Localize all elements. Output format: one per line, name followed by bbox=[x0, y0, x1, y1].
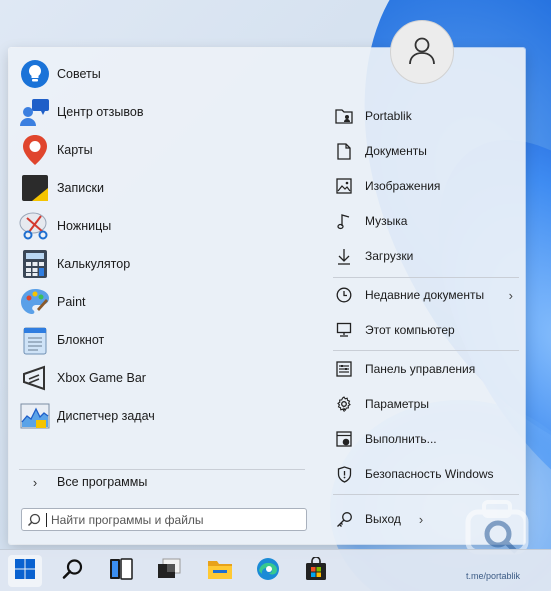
app-item-maps[interactable]: Карты bbox=[19, 133, 309, 167]
desktop-icon bbox=[157, 558, 181, 585]
search-placeholder: Найти программы и файлы bbox=[51, 512, 204, 527]
app-item-paint[interactable]: Paint bbox=[19, 285, 309, 319]
separator bbox=[333, 277, 519, 278]
all-programs-button[interactable]: › Все программы bbox=[19, 471, 309, 493]
place-item-run[interactable]: Выполнить... bbox=[333, 425, 519, 453]
start-menu: Советы Центр отзывов Карты Записки Ножни… bbox=[9, 20, 525, 544]
computer-icon bbox=[333, 319, 355, 341]
place-label: Изображения bbox=[365, 179, 441, 193]
app-label: Центр отзывов bbox=[57, 105, 144, 119]
store-icon bbox=[305, 555, 327, 586]
app-item-xbox-game-bar[interactable]: Xbox Game Bar bbox=[19, 361, 309, 395]
place-item-pictures[interactable]: Изображения bbox=[333, 172, 519, 200]
watermark-text: t.me/portablik bbox=[466, 571, 521, 581]
sign-out-label: Выход bbox=[365, 512, 401, 526]
search-input[interactable]: Найти программы и файлы bbox=[21, 508, 307, 531]
app-label: Диспетчер задач bbox=[57, 409, 155, 423]
taskbar-store-button[interactable] bbox=[299, 555, 333, 587]
app-item-sticky-notes[interactable]: Записки bbox=[19, 171, 309, 205]
place-label: Параметры bbox=[365, 397, 429, 411]
pictures-icon bbox=[333, 175, 355, 197]
taskbar-search-button[interactable] bbox=[56, 555, 90, 587]
place-item-music[interactable]: Музыка bbox=[333, 207, 519, 235]
place-item-windows-security[interactable]: Безопасность Windows bbox=[333, 460, 519, 488]
separator bbox=[19, 469, 305, 470]
xbox-game-bar-icon bbox=[19, 362, 51, 394]
place-item-downloads[interactable]: Загрузки bbox=[333, 242, 519, 270]
sticky-notes-icon bbox=[19, 172, 51, 204]
app-item-task-manager[interactable]: Диспетчер задач bbox=[19, 399, 309, 433]
app-label: Карты bbox=[57, 143, 93, 157]
place-item-documents[interactable]: Документы bbox=[333, 137, 519, 165]
app-label: Xbox Game Bar bbox=[57, 371, 146, 385]
windows-start-icon bbox=[14, 558, 36, 585]
app-item-calculator[interactable]: Калькулятор bbox=[19, 247, 309, 281]
taskbar-desktop-button[interactable] bbox=[152, 555, 186, 587]
calculator-icon bbox=[19, 248, 51, 280]
chevron-right-icon: › bbox=[418, 511, 424, 527]
taskbar-file-explorer-button[interactable] bbox=[203, 555, 237, 587]
taskbar-task-view-button[interactable] bbox=[104, 555, 138, 587]
user-folder-icon bbox=[333, 105, 355, 127]
task-view-icon bbox=[109, 557, 133, 585]
music-icon bbox=[333, 210, 355, 232]
search-icon bbox=[62, 558, 84, 585]
place-item-recent-documents[interactable]: Недавние документы › bbox=[333, 281, 519, 309]
start-menu-apps-pane: Советы Центр отзывов Карты Записки Ножни… bbox=[9, 48, 317, 544]
app-label: Советы bbox=[57, 67, 101, 81]
control-panel-icon bbox=[333, 358, 355, 380]
app-item-feedback-hub[interactable]: Центр отзывов bbox=[19, 95, 309, 129]
folder-icon bbox=[207, 558, 233, 585]
app-label: Записки bbox=[57, 181, 104, 195]
place-item-user-folder[interactable]: Portablik bbox=[333, 102, 519, 130]
documents-icon bbox=[333, 140, 355, 162]
taskbar-edge-button[interactable] bbox=[251, 555, 285, 587]
start-menu-places-pane: Portablik Документы Изображения Музыка З… bbox=[325, 48, 525, 544]
place-label: Недавние документы bbox=[365, 288, 485, 302]
shield-icon bbox=[333, 463, 355, 485]
taskbar: t.me/portablik bbox=[0, 549, 551, 591]
all-programs-label: Все программы bbox=[57, 475, 148, 489]
place-item-settings[interactable]: Параметры bbox=[333, 390, 519, 418]
app-label: Ножницы bbox=[57, 219, 112, 233]
feedback-hub-icon bbox=[19, 96, 51, 128]
app-item-notepad[interactable]: Блокнот bbox=[19, 323, 309, 357]
app-item-tips[interactable]: Советы bbox=[19, 57, 309, 91]
place-label: Portablik bbox=[365, 109, 412, 123]
text-caret bbox=[46, 512, 47, 527]
separator bbox=[333, 494, 519, 495]
chevron-right-icon: › bbox=[508, 287, 513, 303]
place-label: Музыка bbox=[365, 214, 408, 228]
app-label: Калькулятор bbox=[57, 257, 131, 271]
settings-gear-icon bbox=[333, 393, 355, 415]
place-label: Документы bbox=[365, 144, 427, 158]
snipping-tool-icon bbox=[19, 210, 51, 242]
edge-icon bbox=[256, 557, 280, 586]
separator bbox=[333, 350, 519, 351]
place-item-control-panel[interactable]: Панель управления bbox=[333, 355, 519, 383]
app-label: Paint bbox=[57, 295, 86, 309]
place-label: Этот компьютер bbox=[365, 323, 455, 337]
taskbar-start-button[interactable] bbox=[8, 555, 42, 587]
place-label: Загрузки bbox=[365, 249, 414, 263]
app-label: Блокнот bbox=[57, 333, 105, 347]
maps-icon bbox=[19, 134, 51, 166]
place-item-this-pc[interactable]: Этот компьютер bbox=[333, 316, 519, 344]
chevron-right-icon: › bbox=[32, 474, 38, 490]
task-manager-icon bbox=[19, 400, 51, 432]
notepad-icon bbox=[19, 324, 51, 356]
recent-icon bbox=[333, 284, 355, 306]
paint-icon bbox=[19, 286, 51, 318]
key-icon bbox=[333, 508, 355, 530]
run-icon bbox=[333, 428, 355, 450]
app-item-snipping-tool[interactable]: Ножницы bbox=[19, 209, 309, 243]
search-icon bbox=[22, 509, 46, 530]
place-label: Безопасность Windows bbox=[365, 467, 494, 481]
place-label: Панель управления bbox=[365, 362, 476, 376]
tips-icon bbox=[19, 58, 51, 90]
downloads-icon bbox=[333, 245, 355, 267]
place-label: Выполнить... bbox=[365, 432, 437, 446]
